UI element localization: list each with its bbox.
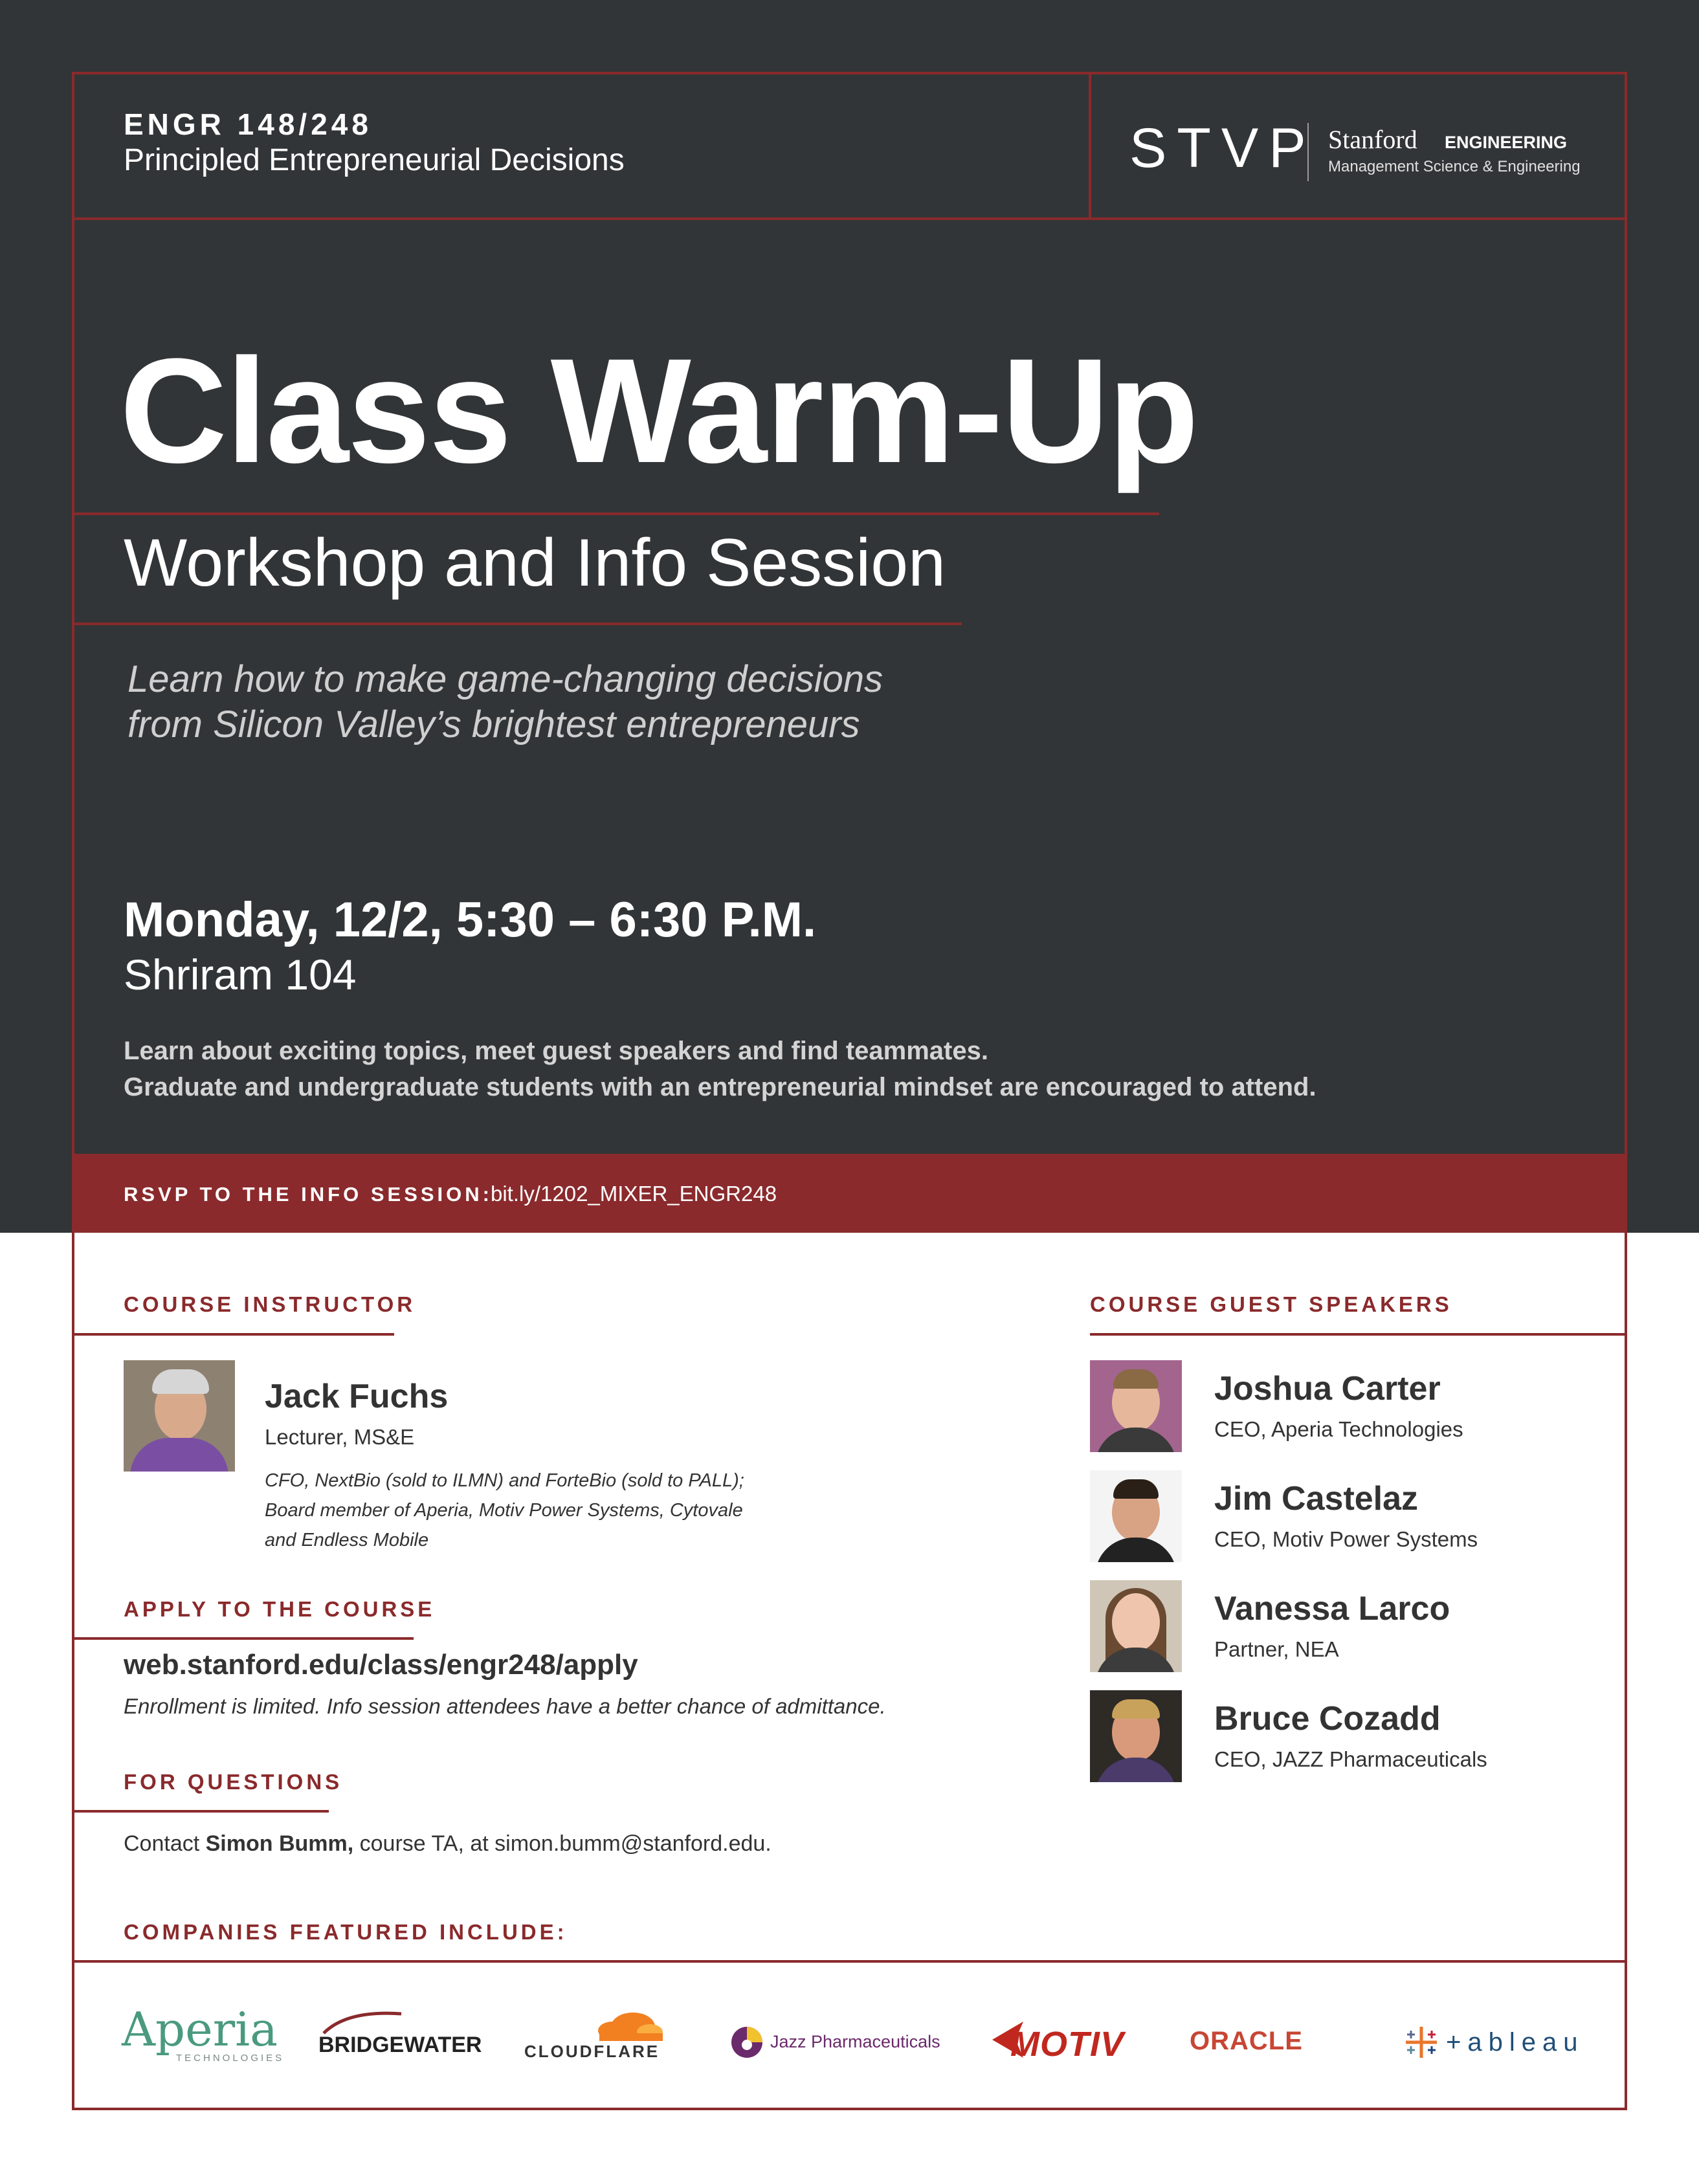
description-line-1: Learn about exciting topics, meet guest …	[124, 1037, 988, 1065]
aperia-subtitle: TECHNOLOGIES	[176, 2053, 285, 2064]
instructor-bio-line-3: and Endless Mobile	[265, 1530, 429, 1550]
bridgewater-arc-icon	[322, 2011, 402, 2035]
tagline-line-2: from Silicon Valley’s brightest entrepre…	[128, 703, 860, 745]
aperia-logo: Aperia TECHNOLOGIES	[122, 2006, 284, 2064]
contact-suffix: course TA, at simon.bumm@stanford.edu.	[353, 1831, 772, 1856]
event-description: Learn about exciting topics, meet guest …	[124, 1033, 1316, 1105]
instructor-photo	[124, 1360, 235, 1472]
apply-link[interactable]: web.stanford.edu/class/engr248/apply	[124, 1649, 638, 1681]
speaker-name: Vanessa Larco	[1214, 1590, 1450, 1627]
tagline-line-1: Learn how to make game-changing decision…	[128, 658, 883, 700]
motiv-wordmark: MOTIV	[1010, 2025, 1124, 2064]
bridgewater-wordmark: BRIDGEWATER	[318, 2033, 482, 2057]
apply-heading-rule	[72, 1637, 414, 1640]
speaker-photo-joshua-carter	[1090, 1360, 1182, 1452]
engineering-wordmark: ENGINEERING	[1445, 133, 1568, 152]
apply-note: Enrollment is limited. Info session atte…	[124, 1694, 886, 1718]
header-vertical-divider	[1089, 72, 1091, 220]
speaker-name: Joshua Carter	[1214, 1370, 1441, 1407]
course-code: ENGR 148/248	[124, 107, 372, 141]
aperia-wordmark: Aperia	[122, 2002, 278, 2057]
stanford-wordmark: Stanford	[1328, 125, 1417, 154]
contact-line: Contact Simon Bumm, course TA, at simon.…	[124, 1831, 772, 1857]
jazz-wordmark: Jazz Pharmaceuticals	[770, 2032, 940, 2051]
speaker-role: Partner, NEA	[1214, 1637, 1339, 1661]
speaker-name: Jim Castelaz	[1214, 1480, 1419, 1517]
questions-heading-rule	[72, 1810, 329, 1813]
instructor-role: Lecturer, MS&E	[265, 1425, 415, 1449]
oracle-wordmark: ORACLE	[1190, 2027, 1303, 2055]
description-line-2: Graduate and undergraduate students with…	[124, 1073, 1316, 1101]
speakers-heading-rule	[1090, 1333, 1627, 1336]
event-location: Shriram 104	[124, 951, 357, 998]
tableau-wordmark: +ableau	[1446, 2028, 1584, 2057]
instructor-name: Jack Fuchs	[265, 1378, 449, 1415]
page-title: Class Warm-Up	[120, 327, 1199, 494]
subtitle-underline	[72, 623, 962, 625]
title-underline	[72, 513, 1159, 515]
contact-prefix: Contact	[124, 1831, 206, 1856]
speaker-role: CEO, Motiv Power Systems	[1214, 1527, 1478, 1551]
speaker-role: CEO, JAZZ Pharmaceuticals	[1214, 1747, 1487, 1771]
cloudflare-logo: CLOUDFLARE	[524, 2013, 663, 2063]
companies-heading: COMPANIES FEATURED INCLUDE:	[124, 1920, 568, 1944]
instructor-heading-rule	[72, 1333, 394, 1336]
speaker-photo-vanessa-larco	[1090, 1580, 1182, 1672]
page-subtitle: Workshop and Info Session	[124, 525, 946, 601]
speakers-heading: COURSE GUEST SPEAKERS	[1090, 1292, 1452, 1316]
oracle-logo: ORACLE	[1190, 2027, 1303, 2056]
speaker-name: Bruce Cozadd	[1214, 1700, 1441, 1737]
cloudflare-cloud-icon	[598, 2013, 663, 2041]
tableau-cross-icon	[1406, 2027, 1437, 2058]
logo-separator	[1307, 123, 1309, 181]
jazz-circle-icon	[731, 2027, 762, 2058]
rsvp-label: RSVP TO THE INFO SESSION:	[124, 1183, 493, 1206]
questions-heading: FOR QUESTIONS	[124, 1770, 343, 1794]
stvp-logo: STVP	[1129, 117, 1316, 179]
event-datetime: Monday, 12/2, 5:30 – 6:30 P.M.	[124, 892, 817, 947]
speaker-photo-bruce-cozadd	[1090, 1690, 1182, 1782]
department-name: Management Science & Engineering	[1328, 158, 1581, 175]
cloudflare-wordmark: CLOUDFLARE	[524, 2042, 660, 2061]
tagline: Learn how to make game-changing decision…	[128, 657, 883, 747]
instructor-bio: CFO, NextBio (sold to ILMN) and ForteBio…	[265, 1466, 744, 1555]
companies-rule	[72, 1960, 1627, 1963]
bridgewater-logo: BRIDGEWATER	[318, 2011, 482, 2058]
ta-name: Simon Bumm,	[205, 1831, 354, 1856]
course-name: Principled Entrepreneurial Decisions	[124, 143, 625, 177]
rsvp-link[interactable]: bit.ly/1202_MIXER_ENGR248	[491, 1182, 777, 1206]
speaker-role: CEO, Aperia Technologies	[1214, 1417, 1463, 1441]
header-divider	[72, 217, 1627, 220]
instructor-bio-line-1: CFO, NextBio (sold to ILMN) and ForteBio…	[265, 1470, 744, 1491]
instructor-bio-line-2: Board member of Aperia, Motiv Power Syst…	[265, 1500, 743, 1521]
speaker-photo-jim-castelaz	[1090, 1470, 1182, 1562]
apply-heading: APPLY TO THE COURSE	[124, 1597, 436, 1621]
instructor-heading: COURSE INSTRUCTOR	[124, 1292, 416, 1316]
